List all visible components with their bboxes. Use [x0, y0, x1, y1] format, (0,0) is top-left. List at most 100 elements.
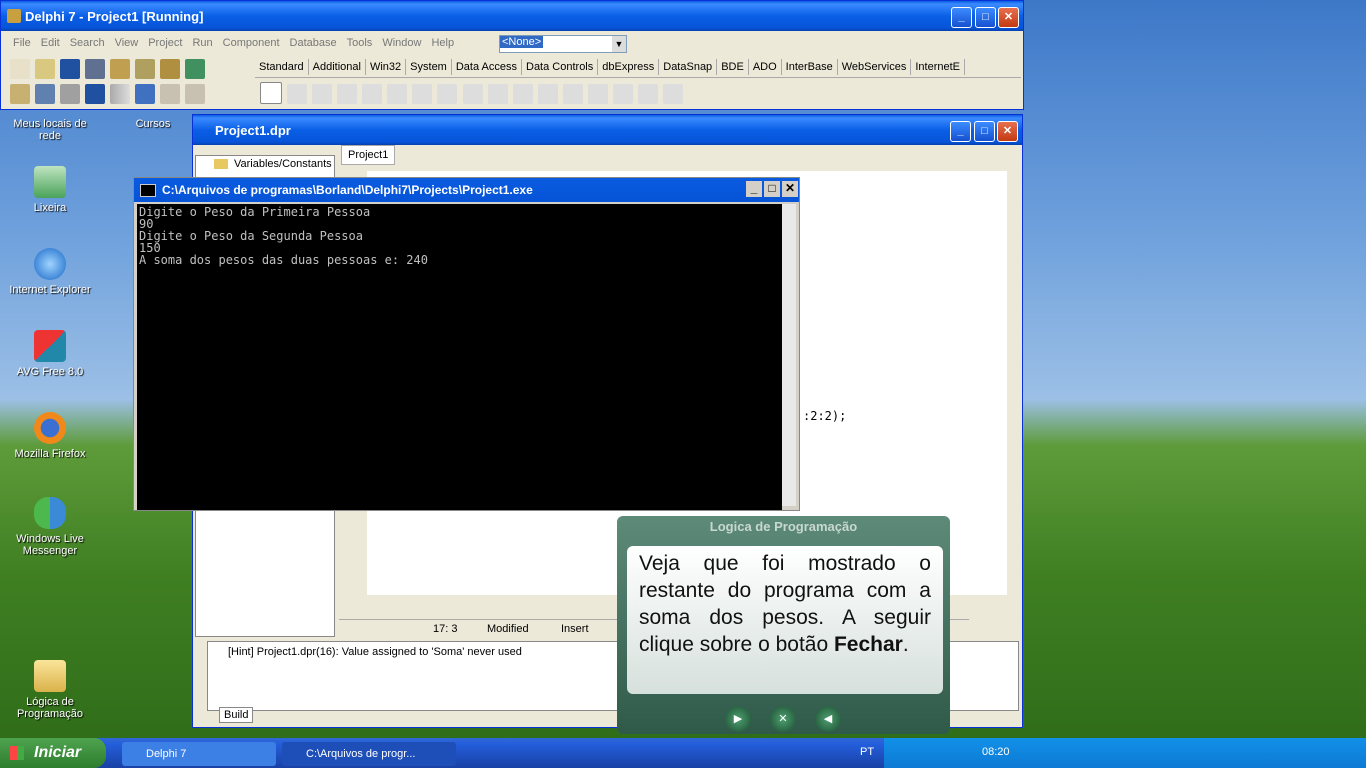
- popupmenu-icon[interactable]: [337, 84, 358, 104]
- label-icon[interactable]: [362, 84, 383, 104]
- palette-tab-standard[interactable]: Standard: [255, 59, 309, 75]
- scrollbar-icon[interactable]: [562, 84, 583, 104]
- groupbox-icon[interactable]: [587, 84, 608, 104]
- desktop-icon-avg[interactable]: AVG Free 8.0: [5, 330, 95, 378]
- palette-tab-bde[interactable]: BDE: [717, 59, 749, 75]
- delphi-titlebar[interactable]: Delphi 7 - Project1 [Running] _ □ ✕: [1, 1, 1023, 31]
- back-button[interactable]: ◀: [815, 706, 841, 732]
- palette-tab-webservices[interactable]: WebServices: [838, 59, 912, 75]
- add-file-icon[interactable]: [135, 59, 156, 79]
- component-combo[interactable]: <None> ▼: [499, 35, 627, 53]
- frames-icon[interactable]: [287, 84, 308, 104]
- menu-item-file[interactable]: File: [11, 32, 33, 54]
- save-icon[interactable]: [60, 59, 81, 79]
- mainmenu-icon[interactable]: [312, 84, 333, 104]
- combobox-icon[interactable]: [537, 84, 558, 104]
- folder-icon: [214, 159, 228, 169]
- minimize-button[interactable]: _: [950, 121, 971, 142]
- desktop-icon-ie[interactable]: Internet Explorer: [5, 248, 95, 296]
- desktop-icon-label: Meus locais de rede: [13, 118, 87, 142]
- delphi-menubar: File Edit Search View Project Run Component Dat…: [5, 32, 456, 54]
- tray-icons[interactable]: [892, 746, 982, 760]
- console-titlebar[interactable]: C:\Arquivos de programas\Borland\Delphi7…: [134, 178, 799, 202]
- menu-item-edit[interactable]: Edit: [39, 32, 62, 54]
- modified-indicator: Modified: [487, 623, 529, 635]
- next-button[interactable]: ▶: [725, 706, 751, 732]
- palette-tab-win32[interactable]: Win32: [366, 59, 407, 75]
- taskbar-item-console[interactable]: C:\Arquivos de progr...: [282, 742, 456, 766]
- memo-icon[interactable]: [412, 84, 433, 104]
- palette-tab-data-controls[interactable]: Data Controls: [522, 59, 599, 75]
- palette-tab-dbexpress[interactable]: dbExpress: [598, 59, 660, 75]
- palette-tab-interbase[interactable]: InterBase: [782, 59, 838, 75]
- console-scrollbar[interactable]: [782, 204, 796, 506]
- trace-into-icon[interactable]: [160, 84, 181, 104]
- desktop-icon-cursos[interactable]: Cursos: [108, 118, 198, 130]
- radiobutton-icon[interactable]: [487, 84, 508, 104]
- run-icon[interactable]: [110, 84, 131, 104]
- menu-item-project[interactable]: Project: [146, 32, 184, 54]
- toggle-form-unit-icon[interactable]: [60, 84, 81, 104]
- editor-tab-label: Project1: [348, 149, 389, 161]
- chevron-down-icon[interactable]: ▼: [612, 36, 626, 52]
- minimize-button[interactable]: _: [746, 181, 762, 197]
- tutorial-text-bold: Fechar: [833, 633, 903, 656]
- language-indicator[interactable]: PT: [860, 746, 874, 758]
- hint-message[interactable]: [Hint] Project1.dpr(16): Value assigned …: [228, 646, 522, 658]
- build-tab[interactable]: Build: [219, 707, 254, 723]
- palette-tab-internete[interactable]: InternetE: [911, 59, 965, 75]
- taskbar-item-delphi[interactable]: Delphi 7: [122, 742, 276, 766]
- menu-item-search[interactable]: Search: [68, 32, 107, 54]
- open-icon[interactable]: [35, 59, 56, 79]
- pointer-icon[interactable]: [260, 82, 282, 104]
- tree-item-variables[interactable]: Variables/Constants: [234, 158, 332, 170]
- editor-tab-project1[interactable]: Project1: [341, 145, 396, 165]
- step-over-icon[interactable]: [185, 84, 206, 104]
- minimize-button[interactable]: _: [951, 7, 972, 28]
- editor-titlebar[interactable]: Project1.dpr _ □ ✕: [193, 115, 1022, 145]
- checkbox-icon[interactable]: [462, 84, 483, 104]
- desktop-icon-firefox[interactable]: Mozilla Firefox: [5, 412, 95, 460]
- edit-icon[interactable]: [387, 84, 408, 104]
- maximize-button[interactable]: □: [975, 7, 996, 28]
- taskbar: Iniciar Delphi 7 C:\Arquivos de progr...…: [0, 738, 1366, 768]
- desktop-icon-logica-folder[interactable]: Lógica de Programação: [5, 660, 95, 720]
- save-all-icon[interactable]: [85, 59, 106, 79]
- desktop-icon-network[interactable]: Meus locais de rede: [5, 118, 95, 142]
- panel-icon[interactable]: [637, 84, 658, 104]
- radiogroup-icon[interactable]: [612, 84, 633, 104]
- maximize-button[interactable]: □: [974, 121, 995, 142]
- close-tutorial-button[interactable]: ✕: [770, 706, 796, 732]
- menu-item-window[interactable]: Window: [380, 32, 423, 54]
- button-icon[interactable]: [437, 84, 458, 104]
- start-button[interactable]: Iniciar: [0, 738, 106, 768]
- help-icon[interactable]: [185, 59, 206, 79]
- remove-file-icon[interactable]: [160, 59, 181, 79]
- menu-item-tools[interactable]: Tools: [345, 32, 375, 54]
- close-button[interactable]: ✕: [782, 181, 798, 197]
- menu-item-help[interactable]: Help: [429, 32, 456, 54]
- tutorial-header: Logica de Programação: [709, 519, 858, 534]
- menu-item-database[interactable]: Database: [288, 32, 339, 54]
- actionlist-icon[interactable]: [663, 84, 683, 104]
- palette-tab-additional[interactable]: Additional: [309, 59, 366, 75]
- view-unit-icon[interactable]: [10, 84, 30, 104]
- menu-item-run[interactable]: Run: [190, 32, 214, 54]
- maximize-button[interactable]: □: [764, 181, 780, 197]
- desktop-icon-recycle-bin[interactable]: Lixeira: [5, 166, 95, 214]
- open-project-icon[interactable]: [110, 59, 131, 79]
- palette-tab-datasnap[interactable]: DataSnap: [659, 59, 718, 75]
- palette-tab-ado[interactable]: ADO: [749, 59, 782, 75]
- new-icon[interactable]: [10, 59, 30, 79]
- pause-icon[interactable]: [135, 84, 156, 104]
- close-button[interactable]: ✕: [997, 121, 1018, 142]
- menu-item-view[interactable]: View: [113, 32, 141, 54]
- palette-tab-data-access[interactable]: Data Access: [452, 59, 522, 75]
- new-form-icon[interactable]: [85, 84, 106, 104]
- desktop-icon-messenger[interactable]: Windows Live Messenger: [5, 497, 95, 557]
- listbox-icon[interactable]: [512, 84, 533, 104]
- palette-tab-system[interactable]: System: [406, 59, 452, 75]
- view-form-icon[interactable]: [35, 84, 56, 104]
- menu-item-component[interactable]: Component: [221, 32, 282, 54]
- close-button[interactable]: ✕: [998, 7, 1019, 28]
